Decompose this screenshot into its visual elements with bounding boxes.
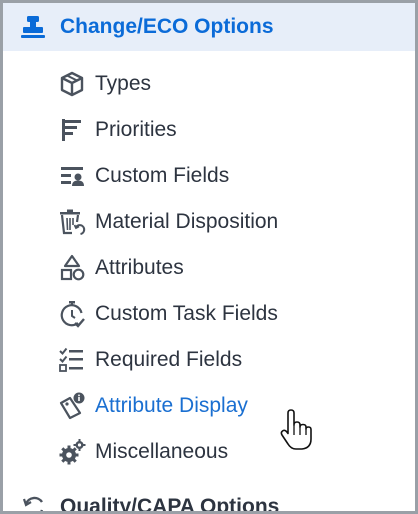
hand-pointer-cursor-icon xyxy=(279,409,315,451)
menu-item-attributes[interactable]: Attributes xyxy=(3,245,415,291)
menu-item-label: Priorities xyxy=(95,118,177,141)
menu-item-label: Material Disposition xyxy=(95,210,279,233)
shapes-icon xyxy=(57,253,87,283)
cube-icon xyxy=(57,69,87,99)
menu-item-required-fields[interactable]: Required Fields xyxy=(3,337,415,383)
menu-item-label: Miscellaneous xyxy=(95,440,229,463)
menu-item-custom-fields[interactable]: Custom Fields xyxy=(3,153,415,199)
menu-item-label: Types xyxy=(95,72,152,95)
section-title: Quality/CAPA Options xyxy=(60,495,280,514)
stamp-icon xyxy=(19,13,47,41)
menu-item-label: Attributes xyxy=(95,256,184,279)
gears-icon xyxy=(57,437,87,467)
menu-item-miscellaneous[interactable]: Miscellaneous xyxy=(3,429,415,475)
section-header-change-eco[interactable]: Change/ECO Options xyxy=(3,3,415,51)
menu-item-label: Required Fields xyxy=(95,348,243,371)
menu-item-custom-task-fields[interactable]: Custom Task Fields xyxy=(3,291,415,337)
section-header-quality-capa[interactable]: Quality/CAPA Options xyxy=(3,485,415,514)
tag-info-icon xyxy=(57,391,87,421)
menu-item-material-disposition[interactable]: Material Disposition xyxy=(3,199,415,245)
trash-recycle-icon xyxy=(57,207,87,237)
custom-fields-icon xyxy=(57,161,87,191)
menu-item-label: Custom Task Fields xyxy=(95,302,278,325)
menu-item-label: Custom Fields xyxy=(95,164,230,187)
refresh-icon xyxy=(19,492,49,511)
options-panel: Change/ECO Options Types Priorities Cust… xyxy=(0,0,418,514)
menu-item-attribute-display[interactable]: Attribute Display xyxy=(3,383,415,429)
timer-check-icon xyxy=(57,299,87,329)
bars-icon xyxy=(57,115,87,145)
section-title: Change/ECO Options xyxy=(60,15,274,38)
checklist-icon xyxy=(57,345,87,375)
menu-item-label: Attribute Display xyxy=(95,394,248,417)
menu-item-types[interactable]: Types xyxy=(3,61,415,107)
menu-item-priorities[interactable]: Priorities xyxy=(3,107,415,153)
